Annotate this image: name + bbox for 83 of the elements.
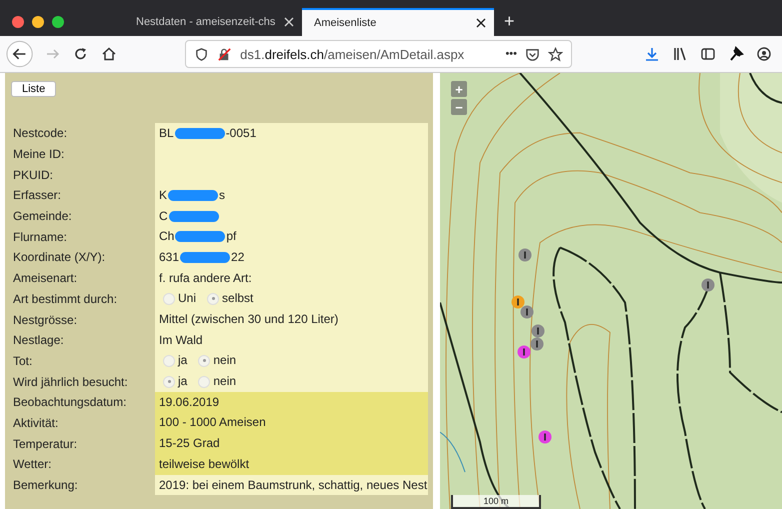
field-label: Aktivität: bbox=[12, 414, 60, 432]
scale-bar: 100 m bbox=[451, 495, 541, 509]
radio-label[interactable]: nein bbox=[213, 354, 236, 368]
field-value: Im Wald bbox=[159, 334, 203, 347]
field-label: PKUID: bbox=[12, 166, 54, 184]
radio-button[interactable] bbox=[207, 292, 220, 305]
field-value: BL bbox=[159, 126, 174, 140]
field-value: 100 - 1000 Ameisen bbox=[159, 416, 266, 430]
close-window-icon[interactable] bbox=[12, 16, 24, 28]
map-marker-icon[interactable] bbox=[511, 295, 525, 309]
field-label: Tot: bbox=[12, 352, 34, 370]
field-label: Koordinate (X/Y): bbox=[12, 249, 106, 266]
field-label: Bemerkung: bbox=[12, 477, 79, 494]
pin-icon[interactable] bbox=[728, 46, 744, 62]
field-value: C bbox=[159, 210, 168, 223]
redaction-mark bbox=[180, 252, 230, 263]
radio-label[interactable]: nein bbox=[213, 375, 236, 388]
field-value: pf bbox=[226, 230, 236, 244]
field-value: -0051 bbox=[226, 126, 256, 140]
field-label: Meine ID: bbox=[12, 146, 66, 164]
new-tab-button[interactable]: + bbox=[494, 8, 525, 36]
map-marker-icon[interactable] bbox=[701, 278, 715, 292]
radio-button[interactable] bbox=[163, 376, 175, 388]
field-label: Ameisenart: bbox=[12, 270, 78, 288]
insecure-lock-icon bbox=[217, 46, 232, 62]
star-icon[interactable] bbox=[548, 46, 563, 62]
browser-tab[interactable]: Nestdaten - ameisenzeit-chs bbox=[124, 8, 302, 36]
field-value: Mittel (zwischen 30 und 120 Liter) bbox=[159, 313, 338, 326]
radio-button[interactable] bbox=[163, 292, 175, 305]
map-marker-icon[interactable] bbox=[517, 345, 531, 359]
field-label: Art bestimmt durch: bbox=[12, 290, 118, 308]
field-value: 22 bbox=[231, 250, 244, 264]
shield-icon[interactable] bbox=[194, 46, 210, 62]
radio-label[interactable]: ja bbox=[178, 354, 188, 368]
map-marker-icon[interactable] bbox=[518, 248, 532, 262]
field-label: Gemeinde: bbox=[12, 208, 73, 226]
field-value: Ch bbox=[159, 230, 174, 244]
library-icon[interactable] bbox=[672, 46, 688, 62]
more-actions-button[interactable]: ••• bbox=[505, 48, 517, 60]
radio-button[interactable] bbox=[198, 354, 210, 367]
field-value: teilweise bewölkt bbox=[159, 458, 250, 471]
field-label: Erfasser: bbox=[12, 187, 62, 204]
field-value: 19.06.2019 bbox=[159, 396, 220, 409]
map-marker-icon[interactable] bbox=[531, 324, 545, 338]
field-value: 2019: bei einem Baumstrunk, schattig, neues Nest bbox=[159, 478, 428, 492]
radio-label[interactable]: selbst bbox=[222, 292, 254, 306]
map-marker-icon[interactable] bbox=[538, 430, 552, 444]
address-bar[interactable]: ds1.dreifels.ch/ameisen/AmDetail.aspx ••• bbox=[185, 40, 572, 68]
field-label: Flurname: bbox=[12, 228, 68, 246]
redaction-mark bbox=[174, 128, 225, 139]
field-label: Nestcode: bbox=[12, 125, 68, 142]
home-icon[interactable] bbox=[101, 46, 118, 62]
redaction-mark bbox=[168, 210, 219, 222]
sidebar-icon[interactable] bbox=[700, 46, 716, 62]
field-value: s bbox=[219, 188, 226, 202]
field-value: K bbox=[159, 188, 168, 202]
field-value: 631 bbox=[159, 250, 180, 264]
radio-button[interactable] bbox=[198, 376, 210, 388]
download-icon[interactable] bbox=[644, 46, 660, 62]
radio-button[interactable] bbox=[163, 354, 175, 367]
field-label: Wetter: bbox=[12, 456, 52, 474]
url-text[interactable]: ds1.dreifels.ch/ameisen/AmDetail.aspx bbox=[240, 46, 498, 62]
maximize-window-icon[interactable] bbox=[52, 16, 64, 28]
field-label: Wird jährlich besucht: bbox=[12, 374, 129, 391]
redaction-mark bbox=[175, 231, 226, 242]
field-value: 15-25 Grad bbox=[159, 437, 220, 450]
redaction-mark bbox=[168, 190, 218, 201]
field-label: Nestlage: bbox=[12, 332, 65, 350]
field-label: Temperatur: bbox=[12, 436, 78, 453]
radio-label[interactable]: ja bbox=[178, 375, 188, 388]
field-label: Beobachtungsdatum: bbox=[12, 394, 128, 412]
field-label: Nestgrösse: bbox=[12, 312, 78, 329]
list-button[interactable]: Liste bbox=[11, 81, 56, 97]
radio-label[interactable]: Uni bbox=[178, 292, 196, 306]
browser-tab[interactable]: Ameisenliste bbox=[302, 8, 494, 36]
map-marker-icon[interactable] bbox=[530, 337, 544, 351]
account-icon[interactable] bbox=[756, 46, 772, 62]
close-icon[interactable] bbox=[476, 18, 486, 28]
field-value: f. rufa andere Art: bbox=[159, 272, 252, 285]
back-button[interactable] bbox=[6, 40, 34, 68]
minimize-window-icon[interactable] bbox=[32, 16, 44, 28]
map-marker-icon[interactable] bbox=[520, 305, 534, 319]
pocket-icon[interactable] bbox=[525, 46, 540, 62]
